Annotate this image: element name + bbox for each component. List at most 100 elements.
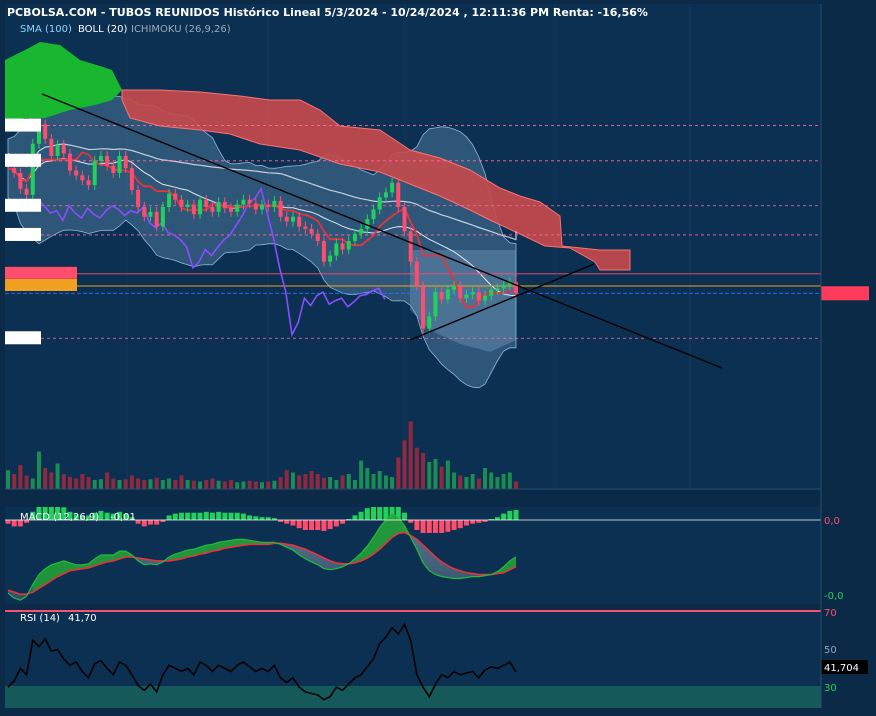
candle-body	[452, 286, 457, 290]
macd-hist-bar	[209, 512, 215, 520]
volume-bar	[458, 475, 463, 489]
volume-bar	[86, 477, 91, 489]
volume-bar	[272, 480, 277, 489]
macd-tick-1: -0,0	[824, 591, 844, 602]
candle-body	[402, 206, 407, 232]
volume-bar	[390, 477, 395, 489]
volume-bar	[470, 474, 475, 489]
macd-hist-bar	[501, 513, 507, 520]
macd-hist-bar	[247, 515, 253, 520]
legend-ichimoku[interactable]: ICHIMOKU (26,9,26)	[131, 24, 231, 35]
macd-hist-bar	[457, 520, 463, 529]
macd-hist-bar	[371, 507, 377, 520]
candle-body	[167, 193, 172, 207]
level-label-bg-3	[5, 227, 41, 241]
macd-hist-bar	[401, 512, 407, 520]
candle-body	[12, 168, 17, 173]
volume-bar	[123, 479, 128, 489]
candle-body	[297, 216, 302, 227]
level-label-bg-1	[5, 153, 41, 167]
rsi-tick-30: 30	[824, 683, 837, 694]
volume-bar	[6, 470, 10, 489]
candle-body	[98, 155, 103, 161]
macd-hist-bar	[228, 512, 234, 520]
candle-body	[272, 200, 277, 207]
volume-bar	[365, 468, 370, 489]
candle-body	[464, 294, 469, 299]
macd-hist-bar	[5, 520, 11, 524]
candle-body	[458, 286, 463, 299]
macd-hist-bar	[333, 520, 339, 527]
macd-hist-bar	[104, 512, 110, 520]
candle-body	[483, 295, 488, 301]
macd-tick-0: 0,0	[824, 516, 840, 527]
candle-body	[414, 261, 419, 287]
rsi-oversold-zone	[5, 686, 821, 708]
legend-sma[interactable]: SMA (100)	[20, 24, 72, 35]
volume-bar	[105, 472, 110, 489]
volume-bar	[464, 477, 469, 489]
volume-bar	[328, 477, 333, 489]
volume-bar	[290, 472, 295, 489]
volume-bar	[501, 474, 506, 489]
macd-hist-bar	[420, 520, 426, 533]
macd-hist-bar	[253, 516, 259, 520]
chart-title: PCBOLSA.COM - TUBOS REUNIDOS Histórico L…	[7, 6, 648, 19]
volume-bar	[210, 478, 215, 489]
candle-body	[290, 216, 295, 222]
macd-value: -0,01	[110, 512, 136, 523]
macd-hist-bar	[191, 512, 197, 520]
candle-body	[445, 289, 450, 300]
candle-body	[253, 203, 258, 210]
macd-hist-bar	[290, 520, 296, 526]
price-axis	[821, 286, 869, 301]
volume-bar	[142, 480, 147, 489]
candle-body	[74, 170, 79, 176]
candle-body	[191, 204, 196, 215]
candle-body	[129, 168, 134, 190]
volume-bar	[253, 481, 258, 489]
candle-body	[352, 233, 357, 242]
candle-body	[105, 155, 110, 166]
volume-bar	[346, 474, 351, 489]
chart-svg: PCBOLSA.COM - TUBOS REUNIDOS Histórico L…	[0, 0, 876, 712]
candle-body	[439, 292, 444, 300]
candle-body	[142, 206, 147, 217]
volume-bar	[154, 477, 159, 489]
candle-body	[390, 182, 395, 193]
volume-bar	[167, 478, 172, 489]
volume-bar	[67, 477, 72, 489]
candle-body	[222, 202, 227, 209]
volume-bar	[229, 480, 234, 489]
candle-body	[247, 199, 252, 204]
candle-body	[67, 153, 72, 171]
volume-bar	[185, 480, 190, 489]
macd-hist-bar	[321, 520, 327, 531]
volume-bar	[476, 478, 481, 489]
volume-bar	[452, 472, 457, 489]
macd-label: MACD (12,26,9)	[20, 512, 99, 523]
candle-body	[154, 211, 159, 227]
candle-body	[501, 284, 506, 289]
macd-hist-bar	[141, 520, 147, 527]
candle-body	[346, 241, 351, 250]
volume-bar	[179, 475, 184, 489]
volume-bar	[439, 466, 444, 489]
volume-bar	[111, 478, 116, 489]
macd-hist-bar	[445, 520, 451, 532]
volume-bar	[489, 472, 494, 489]
macd-hist-bar	[451, 520, 457, 530]
volume-bar	[321, 477, 326, 489]
candle-body	[241, 199, 246, 205]
volume-bar	[303, 474, 308, 489]
volume-bar	[18, 465, 23, 489]
volume-bar	[433, 459, 438, 489]
legend-boll[interactable]: BOLL (20)	[78, 24, 128, 35]
volume-bar	[129, 475, 134, 489]
candle-body	[86, 180, 91, 186]
candle-body	[210, 206, 215, 212]
volume-bar	[359, 460, 364, 489]
volume-bar	[241, 481, 246, 489]
macd-hist-bar	[98, 510, 104, 520]
macd-hist-bar	[240, 513, 246, 520]
